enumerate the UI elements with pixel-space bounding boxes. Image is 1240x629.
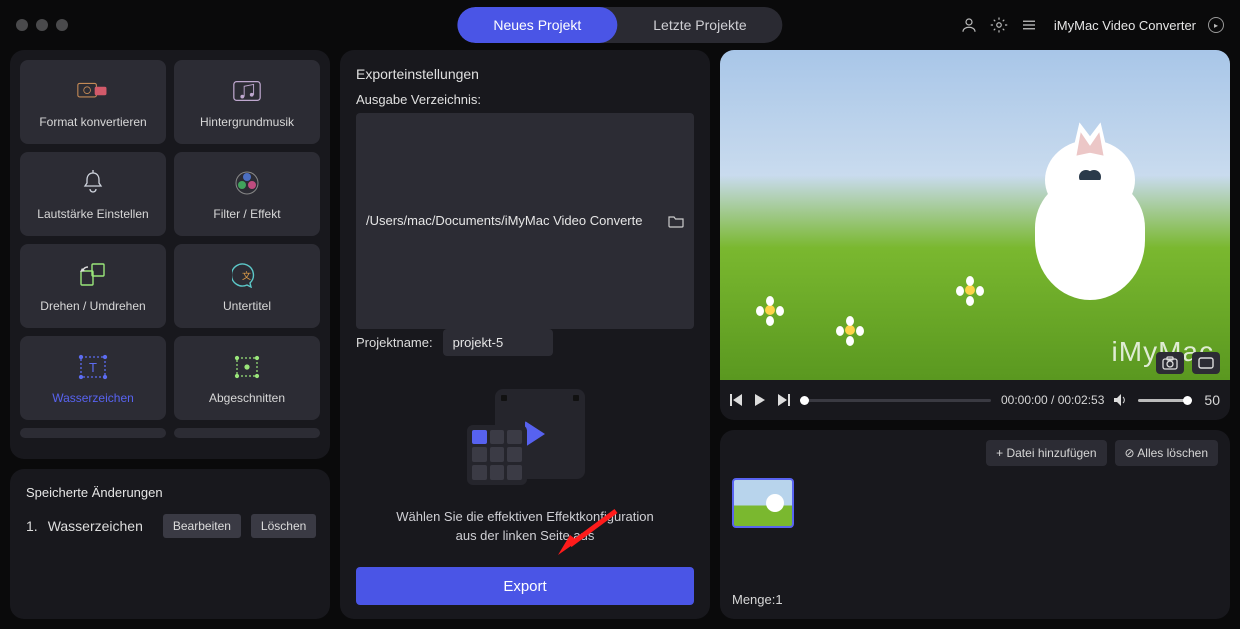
change-index: 1. [26, 518, 38, 534]
window-controls [16, 19, 68, 31]
bell-icon [77, 167, 109, 199]
tool-label: Untertitel [223, 299, 271, 313]
rotate-icon [77, 259, 109, 291]
edit-button[interactable]: Bearbeiten [163, 514, 241, 538]
file-list-panel: + Datei hinzufügen ⊘ Alles löschen Menge… [720, 430, 1230, 619]
next-button[interactable] [776, 394, 790, 406]
placeholder-graphic [455, 389, 595, 489]
tool-label: Format konvertieren [39, 115, 146, 129]
tool-watermark[interactable]: T Wasserzeichen [20, 336, 166, 420]
tool-filter[interactable]: Filter / Effekt [174, 152, 320, 236]
saved-changes-heading: Speicherte Änderungen [26, 485, 314, 500]
play-button[interactable] [754, 394, 766, 406]
maximize-dot[interactable] [56, 19, 68, 31]
output-dir-field[interactable]: /Users/mac/Documents/iMyMac Video Conver… [356, 113, 694, 329]
snapshot-button[interactable] [1156, 352, 1184, 374]
saved-changes-panel: Speicherte Änderungen 1. Wasserzeichen B… [10, 469, 330, 619]
menu-icon[interactable] [1020, 16, 1038, 34]
quantity-display: Menge:1 [732, 592, 1218, 607]
export-settings-heading: Exporteinstellungen [356, 66, 694, 82]
output-dir-value: /Users/mac/Documents/iMyMac Video Conver… [366, 213, 662, 228]
user-icon[interactable] [960, 16, 978, 34]
placeholder-line1: Wählen Sie die effektiven Effektkonfigur… [396, 507, 654, 527]
tool-more[interactable] [174, 428, 320, 438]
gear-icon[interactable] [990, 16, 1008, 34]
tab-new-project[interactable]: Neues Projekt [457, 7, 617, 43]
convert-icon [77, 75, 109, 107]
tool-label: Hintergrundmusik [200, 115, 294, 129]
qty-value: 1 [775, 592, 782, 607]
svg-text:文: 文 [242, 270, 251, 281]
tool-more[interactable] [20, 428, 166, 438]
tool-palette: Format konvertieren Hintergrundmusik Lau… [10, 50, 330, 459]
tab-recent-projects[interactable]: Letzte Projekte [617, 7, 782, 43]
color-wheel-icon [231, 167, 263, 199]
placeholder-line2: aus der linken Seite aus [396, 526, 654, 546]
file-thumbnail[interactable] [732, 478, 794, 528]
tool-subtitle[interactable]: 文 Untertitel [174, 244, 320, 328]
minimize-dot[interactable] [36, 19, 48, 31]
project-name-input[interactable] [443, 329, 553, 356]
add-file-label: Datei hinzufügen [1006, 446, 1096, 460]
transport-bar: 00:00:00 / 00:02:53 50 [720, 380, 1230, 420]
add-file-button[interactable]: + Datei hinzufügen [986, 440, 1106, 466]
clear-all-label: Alles löschen [1137, 446, 1208, 460]
qty-label: Menge: [732, 592, 775, 607]
placeholder-caption: Wählen Sie die effektiven Effektkonfigur… [396, 507, 654, 546]
tool-label: Filter / Effekt [213, 207, 280, 221]
tool-rotate[interactable]: Drehen / Umdrehen [20, 244, 166, 328]
tool-label: Drehen / Umdrehen [40, 299, 145, 313]
output-dir-label: Ausgabe Verzeichnis: [356, 92, 694, 107]
placeholder-area: Wählen Sie die effektiven Effektkonfigur… [356, 368, 694, 568]
clear-all-button[interactable]: ⊘ Alles löschen [1115, 440, 1218, 466]
progress-bar[interactable] [800, 399, 991, 402]
tool-bg-music[interactable]: Hintergrundmusik [174, 60, 320, 144]
tool-label: Lautstärke Einstellen [37, 207, 148, 221]
change-label: Wasserzeichen [48, 518, 143, 534]
volume-value: 50 [1204, 392, 1220, 408]
subtitle-icon: 文 [231, 259, 263, 291]
folder-icon[interactable] [668, 214, 684, 228]
volume-icon[interactable] [1114, 394, 1128, 406]
prev-button[interactable] [730, 394, 744, 406]
volume-slider[interactable] [1138, 399, 1188, 402]
titlebar: Neues Projekt Letzte Projekte iMyMac Vid… [0, 0, 1240, 50]
svg-text:T: T [89, 360, 97, 375]
close-dot[interactable] [16, 19, 28, 31]
tool-format-convert[interactable]: Format konvertieren [20, 60, 166, 144]
preview-panel: iMyMac 00:00:00 / 00:02:53 5 [720, 50, 1230, 420]
tool-label: Abgeschnitten [209, 391, 285, 405]
music-icon [231, 75, 263, 107]
tool-volume[interactable]: Lautstärke Einstellen [20, 152, 166, 236]
header-actions: iMyMac Video Converter ▸ [960, 16, 1224, 34]
app-name: iMyMac Video Converter [1054, 18, 1196, 33]
fullscreen-button[interactable] [1192, 352, 1220, 374]
tool-label: Wasserzeichen [52, 391, 134, 405]
change-row: 1. Wasserzeichen Bearbeiten Löschen [26, 514, 314, 538]
time-display: 00:00:00 / 00:02:53 [1001, 393, 1104, 407]
export-button[interactable]: Export [356, 567, 694, 605]
tool-crop[interactable]: Abgeschnitten [174, 336, 320, 420]
crop-icon [231, 351, 263, 383]
project-tabs: Neues Projekt Letzte Projekte [457, 7, 782, 43]
text-frame-icon: T [77, 351, 109, 383]
help-icon[interactable]: ▸ [1208, 17, 1224, 33]
project-name-label: Projektname: [356, 335, 433, 350]
video-preview[interactable]: iMyMac [720, 50, 1230, 380]
export-panel: Exporteinstellungen Ausgabe Verzeichnis:… [340, 50, 710, 619]
delete-button[interactable]: Löschen [251, 514, 316, 538]
